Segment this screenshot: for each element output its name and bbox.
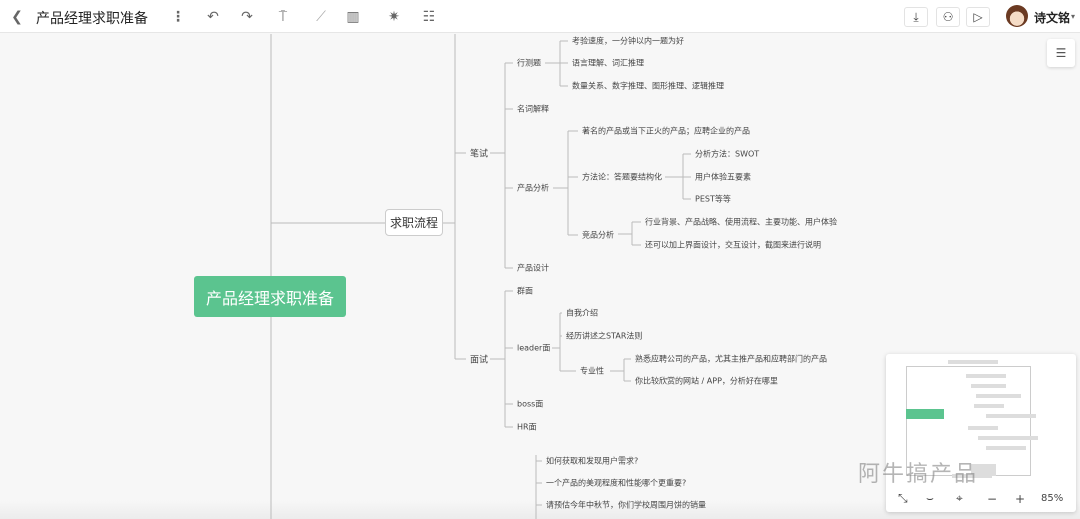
node-question[interactable]: 如何获取和发现用户需求? [546, 456, 638, 467]
node-terms[interactable]: 名词解释 [517, 104, 549, 115]
node-written-test[interactable]: 笔试 [470, 147, 488, 160]
node-interview[interactable]: 面试 [470, 353, 488, 366]
connector-icon[interactable]: ⟋ [312, 0, 330, 33]
download-button[interactable]: ⤓ [904, 7, 928, 27]
document-title[interactable]: 产品经理求职准备 [36, 8, 148, 28]
zoom-level: 85% [1041, 493, 1064, 504]
node-leader[interactable]: leader面 [517, 343, 550, 354]
watermark: 阿牛搞产品 [858, 462, 979, 487]
node-professional[interactable]: 专业性 [580, 366, 604, 377]
layout-icon[interactable]: ☷ [420, 0, 438, 33]
node-question[interactable]: 一个产品的美观程度和性能哪个更重要? [546, 478, 686, 489]
collaborate-button[interactable]: ⚇ [936, 7, 960, 27]
root-node[interactable]: 产品经理求职准备 [194, 276, 346, 317]
fit-icon[interactable]: ⤡ [898, 491, 908, 506]
redo-icon[interactable]: ↷ [238, 0, 256, 33]
node-job-process[interactable]: 求职流程 [385, 209, 443, 236]
minimap-root-marker [906, 409, 944, 419]
magic-icon[interactable]: ✷ [385, 0, 403, 33]
node-item[interactable]: 经历讲述之STAR法则 [566, 331, 642, 342]
node-group[interactable]: 群面 [517, 286, 533, 297]
minimap[interactable]: ⤡ ⌣ ⌖ − + 85% [886, 354, 1076, 512]
chevron-down-icon[interactable]: ▾ [1068, 0, 1078, 33]
node-item[interactable]: 语言理解、词汇推理 [572, 58, 644, 69]
node-competitor[interactable]: 竞品分析 [582, 230, 614, 241]
node-item[interactable]: 熟悉应聘公司的产品，尤其主推产品和应聘部门的产品 [635, 354, 827, 365]
user-name[interactable]: 诗文铭 [1034, 9, 1070, 26]
node-aptitude[interactable]: 行测题 [517, 58, 541, 69]
node-item[interactable]: 还可以加上界面设计，交互设计，截图来进行说明 [645, 240, 821, 251]
node-item[interactable]: 你比较欣赏的网站 / APP，分析好在哪里 [635, 376, 778, 387]
top-toolbar: ❮ 产品经理求职准备 ⋮ ↶ ↷ ⍑ ⟋ ▥ ✷ ☷ ⤓ ⚇ ▷ 诗文铭 ▾ [0, 0, 1080, 33]
undo-icon[interactable]: ↶ [204, 0, 222, 33]
node-item[interactable]: 著名的产品或当下正火的产品；应聘企业的产品 [582, 126, 750, 137]
zoom-in-icon[interactable]: + [1015, 492, 1025, 506]
summary-icon[interactable]: ▥ [344, 0, 362, 33]
node-item[interactable]: 分析方法：SWOT [695, 149, 759, 160]
locate-icon[interactable]: ⌖ [956, 491, 963, 506]
back-icon[interactable]: ❮ [8, 0, 26, 33]
node-boss[interactable]: boss面 [517, 399, 543, 410]
node-product-analysis[interactable]: 产品分析 [517, 183, 549, 194]
node-item[interactable]: 行业背景、产品战略、使用流程、主要功能、用户体验 [645, 217, 837, 228]
settings-icon[interactable]: ☰ [1047, 39, 1075, 67]
node-methodology[interactable]: 方法论：答题要结构化 [582, 172, 662, 183]
format-painter-icon[interactable]: ⍑ [274, 0, 292, 33]
avatar[interactable] [1006, 5, 1028, 27]
present-button[interactable]: ▷ [966, 7, 990, 27]
node-item[interactable]: PEST等等 [695, 194, 731, 205]
node-item[interactable]: 考验速度，一分钟以内一题为好 [572, 36, 684, 47]
node-item[interactable]: 用户体验五要素 [695, 172, 751, 183]
zoom-out-icon[interactable]: − [987, 492, 997, 506]
more-icon[interactable]: ⋮ [170, 0, 186, 33]
node-hr[interactable]: HR面 [517, 422, 537, 433]
node-question[interactable]: 请预估今年中秋节，你们学校周围月饼的销量 [546, 500, 706, 511]
collapse-icon[interactable]: ⌣ [926, 491, 934, 506]
node-product-design[interactable]: 产品设计 [517, 263, 549, 274]
node-item[interactable]: 数量关系、数字推理、图形推理、逻辑推理 [572, 81, 724, 92]
node-item[interactable]: 自我介绍 [566, 308, 598, 319]
